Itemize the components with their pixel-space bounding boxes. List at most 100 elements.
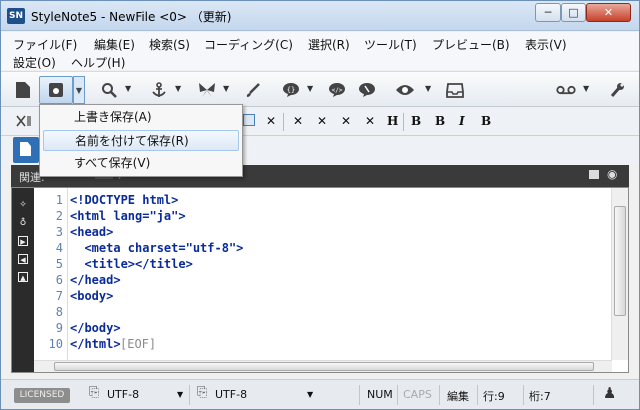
code-line[interactable]: <html lang="ja"> bbox=[70, 209, 186, 223]
new-file-icon[interactable] bbox=[11, 76, 35, 104]
line-number: 7 bbox=[55, 289, 63, 303]
up-icon[interactable]: ▲ bbox=[18, 272, 28, 282]
status-separator bbox=[477, 385, 478, 405]
anchor-icon[interactable] bbox=[147, 76, 171, 104]
format-bold[interactable]: B bbox=[481, 114, 491, 128]
file-tab-icon[interactable] bbox=[13, 137, 39, 163]
code-line[interactable]: <!DOCTYPE html> bbox=[70, 193, 178, 207]
status-separator bbox=[593, 385, 594, 405]
stamp-icon[interactable]: ♟ bbox=[603, 384, 616, 402]
magic-wand-icon[interactable]: ✧ bbox=[18, 200, 28, 210]
encoding-select-2[interactable]: UTF-8 bbox=[215, 388, 247, 401]
svg-text:</>: </> bbox=[332, 87, 343, 94]
format-x-2[interactable]: ✕ bbox=[293, 114, 303, 128]
line-number: 6 bbox=[55, 273, 63, 287]
encoding-file-icon: ⎘ bbox=[89, 385, 100, 400]
format-x-1[interactable]: ✕ bbox=[266, 114, 276, 128]
search-dropdown-arrow[interactable]: ▼ bbox=[125, 84, 131, 93]
code-dropdown-arrow[interactable]: ▼ bbox=[307, 84, 313, 93]
dropdown-save-as[interactable]: 名前を付けて保存(R) bbox=[43, 130, 239, 151]
menu-search[interactable]: 検索(S) bbox=[149, 36, 190, 53]
menu-coding[interactable]: コーディング(C) bbox=[204, 36, 293, 53]
status-separator bbox=[359, 385, 360, 405]
menu-edit[interactable]: 編集(E) bbox=[94, 36, 135, 53]
code-line[interactable]: </html> bbox=[70, 337, 121, 351]
format-italic[interactable]: I bbox=[459, 114, 465, 128]
format-bold-minus[interactable]: B bbox=[435, 114, 445, 128]
horizontal-scrollbar[interactable] bbox=[34, 360, 612, 372]
format-x-3[interactable]: ✕ bbox=[317, 114, 327, 128]
play-icon[interactable]: ▶ bbox=[18, 236, 28, 246]
horizontal-scroll-thumb[interactable] bbox=[54, 362, 594, 371]
row-indicator: 行:9 bbox=[483, 390, 505, 403]
encoding-select-1[interactable]: UTF-8 bbox=[107, 388, 139, 401]
code-line[interactable]: </head> bbox=[70, 273, 121, 287]
cassette-dropdown-arrow[interactable]: ▼ bbox=[583, 84, 589, 93]
minimize-button[interactable]: ─ bbox=[535, 3, 561, 22]
menu-settings[interactable]: 設定(O) bbox=[13, 54, 56, 71]
butterfly-icon[interactable] bbox=[195, 76, 219, 104]
main-toolbar: ▼ ▼ ▼ ▼ {} ▼ </> ▼ ▼ bbox=[1, 71, 639, 107]
pin-bubble-icon[interactable] bbox=[355, 76, 379, 104]
brush-icon[interactable] bbox=[241, 76, 265, 104]
eye-icon[interactable] bbox=[391, 76, 419, 104]
line-number: 3 bbox=[55, 225, 63, 239]
line-number: 10 bbox=[48, 337, 63, 351]
code-line[interactable]: <meta charset="utf-8"> bbox=[70, 241, 243, 255]
vertical-scrollbar[interactable] bbox=[611, 188, 628, 360]
code-editor[interactable]: ✧ ♁ ▶ ◀ ▲ 1 2 3 4 5 6 7 8 9 10 <!DOCTYPE… bbox=[11, 187, 629, 373]
line-number: 2 bbox=[55, 209, 63, 223]
line-number: 4 bbox=[55, 241, 63, 255]
line-number: 9 bbox=[55, 321, 63, 335]
status-separator bbox=[439, 385, 440, 405]
back-icon[interactable]: ◀ bbox=[18, 254, 28, 264]
menu-preview[interactable]: プレビュー(B) bbox=[432, 36, 510, 53]
menu-file[interactable]: ファイル(F) bbox=[13, 36, 77, 53]
inbox-icon[interactable] bbox=[443, 76, 467, 104]
bulb-icon[interactable]: ♁ bbox=[18, 218, 28, 228]
window-title: StyleNote5 - NewFile <0> （更新) bbox=[31, 10, 232, 24]
format-x-4[interactable]: ✕ bbox=[341, 114, 351, 128]
menu-tools[interactable]: ツール(T) bbox=[364, 36, 417, 53]
format-heading[interactable]: H bbox=[387, 114, 398, 128]
encoding-2-dropdown-arrow[interactable]: ▼ bbox=[307, 390, 313, 399]
color-box-icon[interactable] bbox=[243, 114, 255, 126]
maximize-button[interactable]: □ bbox=[561, 3, 586, 22]
dropdown-save-all[interactable]: すべて保存(V) bbox=[43, 153, 239, 174]
format-x-5[interactable]: ✕ bbox=[365, 114, 375, 128]
search-icon[interactable] bbox=[97, 76, 121, 104]
menu-bar: ファイル(F) 編集(E) 検索(S) コーディング(C) 選択(R) ツール(… bbox=[1, 32, 639, 70]
save-dropdown-arrow[interactable]: ▼ bbox=[73, 76, 85, 104]
code-line[interactable]: </body> bbox=[70, 321, 121, 335]
num-lock-indicator: NUM bbox=[367, 388, 393, 401]
eye-dropdown-arrow[interactable]: ▼ bbox=[425, 84, 431, 93]
line-number: 5 bbox=[55, 257, 63, 271]
status-separator bbox=[523, 385, 524, 405]
eye-small-icon[interactable]: ◉ bbox=[607, 167, 617, 181]
encoding-file-icon: ⎘ bbox=[197, 385, 208, 400]
column-indicator: 桁:7 bbox=[529, 390, 551, 403]
wrench-icon[interactable] bbox=[605, 76, 629, 104]
menu-help[interactable]: ヘルプ(H) bbox=[71, 54, 125, 71]
cassette-icon[interactable] bbox=[553, 76, 579, 104]
line-number-gutter: 1 2 3 4 5 6 7 8 9 10 bbox=[34, 188, 68, 360]
title-bar[interactable]: SN StyleNote5 - NewFile <0> （更新) ─ □ ✕ bbox=[1, 1, 639, 31]
book-icon[interactable] bbox=[589, 170, 599, 179]
preview-bubble-icon[interactable]: </> bbox=[325, 76, 349, 104]
menu-view[interactable]: 表示(V) bbox=[525, 36, 567, 53]
code-line[interactable]: <head> bbox=[70, 225, 113, 239]
format-bold-plus[interactable]: B bbox=[411, 114, 421, 128]
anchor-dropdown-arrow[interactable]: ▼ bbox=[175, 84, 181, 93]
code-bubble-icon[interactable]: {} bbox=[279, 76, 303, 104]
menu-select[interactable]: 選択(R) bbox=[308, 36, 350, 53]
wrap-icon[interactable] bbox=[15, 113, 33, 129]
encoding-1-dropdown-arrow[interactable]: ▼ bbox=[177, 390, 183, 399]
code-area[interactable]: <!DOCTYPE html> <html lang="ja"> <head> … bbox=[68, 188, 598, 360]
dropdown-overwrite-save[interactable]: 上書き保存(A) bbox=[43, 107, 239, 128]
save-icon[interactable] bbox=[39, 76, 73, 104]
close-button[interactable]: ✕ bbox=[586, 3, 631, 22]
code-line[interactable]: <body> bbox=[70, 289, 113, 303]
butterfly-dropdown-arrow[interactable]: ▼ bbox=[223, 84, 229, 93]
code-line[interactable]: <title></title> bbox=[70, 257, 192, 271]
vertical-scroll-thumb[interactable] bbox=[614, 206, 626, 316]
